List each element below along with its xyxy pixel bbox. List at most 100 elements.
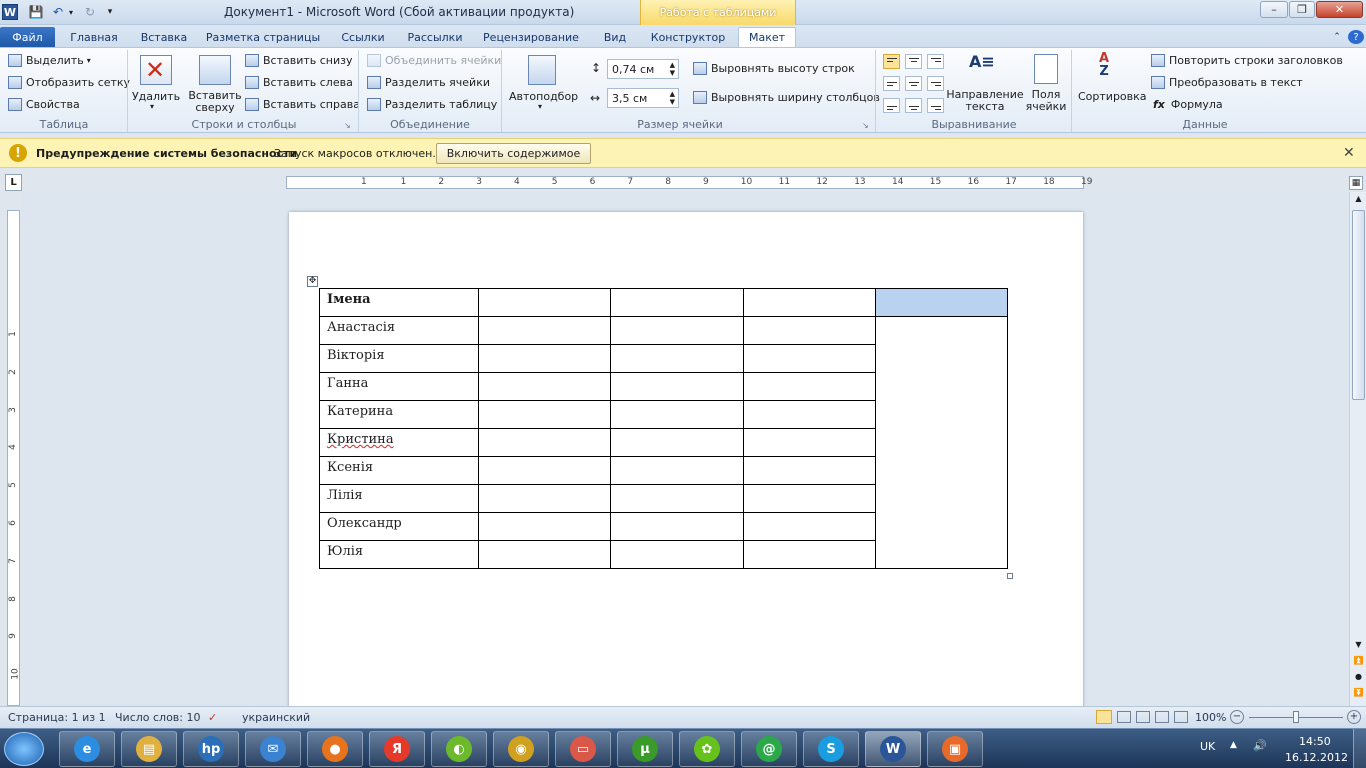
table-cell[interactable]: Лілія — [319, 484, 479, 513]
table-cell[interactable]: Кристина — [319, 428, 479, 457]
taskbar-word-button[interactable]: W — [865, 731, 921, 767]
distribute-rows-button[interactable]: Выровнять высоту строк — [693, 62, 855, 75]
table-cell[interactable] — [743, 400, 876, 429]
proofing-icon[interactable]: ✓ — [208, 711, 217, 724]
tab-insert[interactable]: Вставка — [132, 27, 196, 47]
table-cell[interactable] — [743, 316, 876, 345]
autofit-dropdown-icon[interactable]: ▾ — [538, 102, 542, 111]
table-cell[interactable] — [743, 344, 876, 373]
table-cell[interactable] — [478, 344, 611, 373]
taskbar-skype-button[interactable]: S — [803, 731, 859, 767]
help-icon[interactable]: ? — [1348, 30, 1364, 44]
split-table-button[interactable]: Разделить таблицу — [367, 98, 497, 111]
spinner-arrows-icon[interactable]: ▲ ▼ — [670, 61, 675, 77]
taskbar-media-player-button[interactable]: ◉ — [493, 731, 549, 767]
insert-right-button[interactable]: Вставить справа — [245, 98, 360, 111]
previous-page-icon[interactable]: ⏫ — [1352, 656, 1365, 670]
taskbar-yandex-button[interactable]: Я — [369, 731, 425, 767]
tab-design[interactable]: Конструктор — [644, 27, 732, 47]
align-bottom-right-icon[interactable] — [927, 98, 944, 113]
table-cell[interactable]: Ксенія — [319, 456, 479, 485]
align-top-right-icon[interactable] — [927, 54, 944, 69]
tray-arrow-icon[interactable]: ▲ — [1230, 740, 1237, 750]
split-cells-button[interactable]: Разделить ячейки — [367, 76, 490, 89]
text-direction-button[interactable]: Направление текста — [946, 89, 1024, 113]
full-screen-reading-icon[interactable] — [1117, 711, 1131, 723]
table-cell[interactable] — [743, 484, 876, 513]
table-cell[interactable] — [478, 400, 611, 429]
table-cell[interactable]: Ганна — [319, 372, 479, 401]
repeat-header-rows-button[interactable]: Повторить строки заголовков — [1151, 54, 1343, 67]
zoom-out-icon[interactable]: − — [1230, 710, 1244, 724]
tab-page-layout[interactable]: Разметка страницы — [202, 27, 324, 47]
next-page-icon[interactable]: ⏬ — [1352, 688, 1365, 702]
align-top-left-icon[interactable] — [883, 54, 900, 69]
align-middle-left-icon[interactable] — [883, 76, 900, 91]
clock-time[interactable]: 14:50 — [1299, 735, 1331, 748]
keyboard-language[interactable]: UK — [1200, 740, 1215, 753]
names-table[interactable]: Імена Анастасія Вікторія Ганна Катерина Крист… — [319, 288, 1008, 569]
table-cell[interactable] — [478, 288, 611, 317]
scroll-up-icon[interactable]: ▲ — [1352, 194, 1365, 208]
view-ruler-icon[interactable]: ▦ — [1349, 176, 1363, 190]
taskbar-file-explorer-button[interactable]: ▤ — [121, 731, 177, 767]
table-cell[interactable] — [478, 428, 611, 457]
word-count[interactable]: Число слов: 10 — [115, 711, 201, 724]
table-cell[interactable] — [610, 456, 744, 485]
taskbar-icq-button[interactable]: ✿ — [679, 731, 735, 767]
save-icon[interactable]: 💾 — [28, 3, 44, 21]
spinner-arrows-icon[interactable]: ▲ ▼ — [670, 90, 675, 106]
show-gridlines-button[interactable]: Отобразить сетку — [8, 76, 130, 89]
redo-icon[interactable]: ↻ — [82, 3, 98, 21]
cell-margins-icon[interactable] — [1034, 54, 1058, 84]
word-logo-icon[interactable]: W — [2, 4, 18, 20]
table-cell[interactable]: Юлія — [319, 540, 479, 569]
tab-references[interactable]: Ссылки — [330, 27, 396, 47]
taskbar-firefox-button[interactable]: ● — [307, 731, 363, 767]
language-indicator[interactable]: украинский — [242, 711, 310, 724]
taskbar-mail-agent-button[interactable]: @ — [741, 731, 797, 767]
align-bottom-center-icon[interactable] — [905, 98, 922, 113]
vertical-ruler[interactable]: 1234567891011 — [7, 210, 21, 718]
table-cell[interactable] — [610, 288, 744, 317]
table-cell[interactable] — [478, 316, 611, 345]
outline-icon[interactable] — [1155, 711, 1169, 723]
table-cell[interactable]: Імена — [319, 288, 479, 317]
table-cell[interactable] — [478, 372, 611, 401]
volume-icon[interactable]: 🔊 — [1253, 739, 1267, 752]
tab-review[interactable]: Рецензирование — [474, 27, 588, 47]
table-cell[interactable] — [610, 316, 744, 345]
table-cell[interactable] — [610, 484, 744, 513]
browse-object-icon[interactable]: ● — [1352, 672, 1365, 686]
table-cell[interactable]: Анастасія — [319, 316, 479, 345]
table-resize-handle-icon[interactable] — [1007, 573, 1013, 579]
table-cell[interactable] — [478, 456, 611, 485]
table-cell[interactable] — [743, 428, 876, 457]
scroll-thumb[interactable] — [1352, 210, 1365, 400]
formula-button[interactable]: fx Формула — [1151, 98, 1223, 111]
zoom-slider-thumb[interactable] — [1293, 711, 1299, 723]
start-button[interactable] — [4, 732, 44, 766]
tab-home[interactable]: Главная — [62, 27, 126, 47]
dialog-launcher-icon[interactable]: ↘ — [862, 121, 869, 130]
table-cell[interactable] — [610, 512, 744, 541]
sort-icon[interactable]: AZ — [1099, 52, 1109, 78]
insert-below-button[interactable]: Вставить снизу — [245, 54, 353, 67]
collapse-ribbon-icon[interactable]: ⌃ — [1330, 27, 1344, 47]
table-cell[interactable] — [743, 540, 876, 569]
show-desktop-button[interactable] — [1353, 729, 1366, 768]
delete-button[interactable]: Удалить — [132, 90, 180, 103]
tab-view[interactable]: Вид — [594, 27, 636, 47]
align-middle-right-icon[interactable] — [927, 76, 944, 91]
table-cell[interactable]: Катерина — [319, 400, 479, 429]
tab-selector-button[interactable]: L — [5, 174, 22, 191]
taskbar-hp-button[interactable]: hp — [183, 731, 239, 767]
minimize-button[interactable]: – — [1260, 1, 1288, 18]
text-direction-icon[interactable]: A≡ — [969, 52, 995, 71]
restore-button[interactable]: ❐ — [1289, 1, 1315, 18]
autofit-icon[interactable] — [528, 55, 556, 85]
undo-icon[interactable]: ↶ — [50, 3, 66, 21]
web-layout-icon[interactable] — [1136, 711, 1150, 723]
insert-left-button[interactable]: Вставить слева — [245, 76, 353, 89]
distribute-cols-button[interactable]: Выровнять ширину столбцов — [693, 91, 880, 104]
